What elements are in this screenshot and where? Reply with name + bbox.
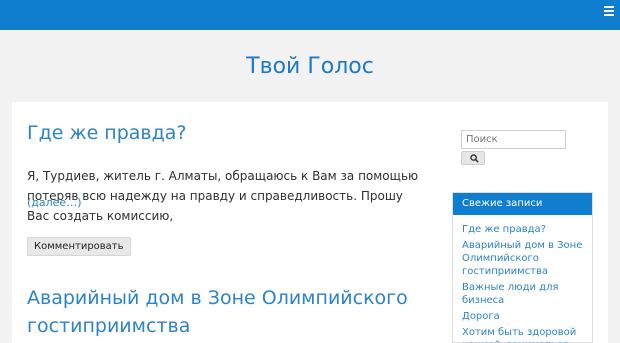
search-icon: [470, 154, 479, 163]
post-excerpt: Я, Турдиев, житель г. Алматы, обращаюсь …: [27, 169, 419, 223]
post-title[interactable]: Аварийный дом в Зоне Олимпийского гостип…: [27, 284, 427, 340]
recent-post-link[interactable]: Аварийный дом в Зоне Олимпийского гостип…: [462, 239, 592, 278]
search-button[interactable]: [461, 151, 485, 165]
recent-post-link[interactable]: Где же правда?: [462, 223, 592, 236]
recent-post-link[interactable]: Дорога: [462, 310, 592, 323]
recent-post-link[interactable]: Хотим быть здоровой нацией, заниматься: [462, 326, 592, 343]
post-title[interactable]: Где же правда?: [27, 122, 187, 144]
recent-posts-list: Где же правда? Аварийный дом в Зоне Олим…: [453, 215, 592, 343]
top-bar: [0, 0, 620, 30]
recent-post-link[interactable]: Важные люди для бизнеса: [462, 281, 592, 307]
hamburger-menu-icon[interactable]: [604, 6, 614, 20]
recent-posts-widget: Свежие записи Где же правда? Аварийный д…: [452, 192, 593, 343]
search-input[interactable]: [461, 130, 566, 149]
read-more-link[interactable]: (далее…): [27, 196, 82, 209]
widget-title: Свежие записи: [453, 193, 592, 215]
comment-button[interactable]: Комментировать: [27, 237, 131, 256]
site-title[interactable]: Твой Голос: [0, 54, 620, 79]
